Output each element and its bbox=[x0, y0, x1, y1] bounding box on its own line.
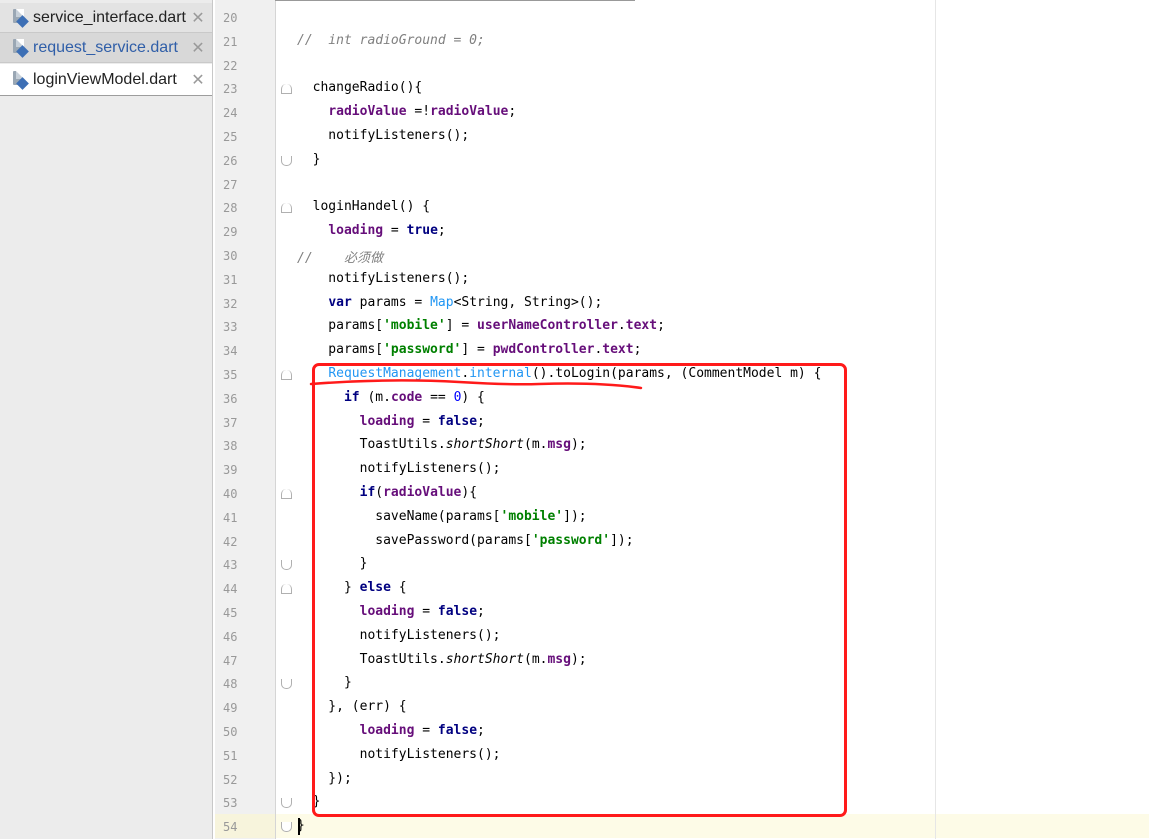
line-number: 25 bbox=[223, 130, 238, 144]
code-line[interactable]: 31 notifyListeners(); bbox=[215, 268, 1149, 292]
line-number: 28 bbox=[223, 201, 238, 216]
line-number: 29 bbox=[223, 225, 238, 240]
fold-end-icon[interactable] bbox=[281, 798, 292, 809]
line-number: 53 bbox=[223, 796, 238, 811]
line-number: 30 bbox=[223, 249, 238, 263]
tab-label: request_service.dart bbox=[33, 38, 178, 56]
text-caret bbox=[298, 818, 300, 835]
line-number: 37 bbox=[223, 415, 238, 430]
line-number: 52 bbox=[223, 772, 238, 787]
line-number: 42 bbox=[223, 534, 238, 549]
code-text: params['mobile'] = userNameController.te… bbox=[297, 318, 665, 334]
code-line[interactable]: 20 bbox=[215, 6, 1149, 30]
tab-label: loginViewModel.dart bbox=[33, 70, 177, 88]
line-number: 50 bbox=[223, 725, 238, 739]
line-number: 51 bbox=[223, 748, 238, 763]
code-line[interactable]: 22 bbox=[215, 54, 1149, 78]
fold-open-icon[interactable] bbox=[281, 84, 292, 95]
code-line[interactable]: 30 // 必须做 bbox=[215, 244, 1149, 268]
dart-file-icon bbox=[12, 8, 29, 28]
fold-end-icon[interactable] bbox=[281, 560, 292, 571]
fold-open-icon[interactable] bbox=[281, 584, 292, 595]
line-number: 26 bbox=[223, 153, 238, 168]
red-highlight-box-annotation bbox=[312, 363, 847, 817]
line-number: 46 bbox=[223, 629, 238, 644]
line-number: 21 bbox=[223, 34, 238, 49]
line-number: 20 bbox=[223, 11, 238, 25]
code-text: loginHandel() { bbox=[297, 199, 431, 215]
code-text: // int radioGround = 0; bbox=[297, 32, 485, 48]
line-number: 24 bbox=[223, 106, 238, 121]
code-line[interactable]: 28 loginHandel() { bbox=[215, 196, 1149, 220]
line-number: 40 bbox=[223, 487, 238, 501]
code-text: notifyListeners(); bbox=[297, 128, 470, 143]
code-line[interactable]: 34 params['password'] = pwdController.te… bbox=[215, 339, 1149, 363]
fold-end-icon[interactable] bbox=[281, 822, 292, 833]
code-text: } bbox=[297, 151, 321, 167]
code-text: radioValue =!radioValue; bbox=[328, 104, 517, 120]
line-number: 38 bbox=[223, 439, 238, 454]
code-line[interactable]: 54} bbox=[215, 815, 1149, 839]
code-text: changeRadio(){ bbox=[297, 80, 423, 96]
line-number: 23 bbox=[223, 82, 238, 97]
tab-login-view-model[interactable]: loginViewModel.dart ✕ bbox=[0, 64, 212, 96]
code-text: notifyListeners(); bbox=[297, 270, 470, 286]
dart-file-icon bbox=[12, 70, 29, 90]
tab-request-service[interactable]: request_service.dart ✕ bbox=[0, 33, 212, 63]
line-number: 34 bbox=[223, 344, 238, 359]
code-line[interactable]: 21 // int radioGround = 0; bbox=[215, 30, 1149, 54]
line-number: 39 bbox=[223, 463, 238, 478]
fold-open-icon[interactable] bbox=[281, 489, 292, 499]
line-number: 36 bbox=[223, 391, 238, 406]
close-icon[interactable]: ✕ bbox=[190, 8, 206, 28]
fold-open-icon[interactable] bbox=[281, 370, 292, 380]
dart-file-icon bbox=[12, 38, 29, 58]
line-number: 32 bbox=[223, 296, 238, 311]
fold-open-icon[interactable] bbox=[281, 203, 292, 214]
line-number: 44 bbox=[223, 582, 238, 597]
code-line[interactable]: 25 notifyListeners(); bbox=[215, 125, 1149, 149]
code-text: var params = Map<String, String>(); bbox=[328, 294, 603, 310]
code-text: // 必须做 bbox=[297, 251, 383, 266]
line-number: 31 bbox=[223, 272, 238, 287]
line-number: 33 bbox=[223, 320, 238, 335]
code-line[interactable]: 27 bbox=[215, 173, 1149, 197]
line-number: 27 bbox=[223, 177, 238, 192]
fold-end-icon[interactable] bbox=[281, 155, 292, 166]
tab-service-interface[interactable]: service_interface.dart ✕ bbox=[0, 3, 212, 33]
code-text: params['password'] = pwdController.text; bbox=[297, 342, 642, 358]
code-line[interactable]: 29 loading = true; bbox=[215, 220, 1149, 244]
fold-end-icon[interactable] bbox=[281, 679, 292, 690]
line-number: 22 bbox=[223, 58, 238, 73]
line-number: 47 bbox=[223, 653, 238, 668]
code-line[interactable]: 26 } bbox=[215, 149, 1149, 173]
code-line[interactable]: 24 radioValue =!radioValue; bbox=[215, 101, 1149, 125]
code-text: loading = true; bbox=[328, 223, 446, 239]
line-number: 41 bbox=[223, 510, 238, 525]
file-tabs-panel: service_interface.dart ✕ request_service… bbox=[0, 0, 213, 839]
code-editor[interactable]: 20 21 // int radioGround = 0; 22 23 changeRa… bbox=[215, 0, 1149, 839]
code-line[interactable]: 33 params['mobile'] = userNameController… bbox=[215, 315, 1149, 339]
code-line[interactable]: 23 changeRadio(){ bbox=[215, 77, 1149, 101]
line-number: 35 bbox=[223, 368, 238, 382]
line-number: 43 bbox=[223, 558, 238, 573]
line-number: 45 bbox=[223, 606, 238, 620]
line-number: 49 bbox=[223, 701, 238, 716]
scroll-separator bbox=[275, 0, 635, 3]
close-icon[interactable]: ✕ bbox=[190, 38, 206, 58]
tab-label: service_interface.dart bbox=[33, 8, 186, 26]
line-number: 48 bbox=[223, 677, 238, 692]
code-line[interactable]: 32 var params = Map<String, String>(); bbox=[215, 292, 1149, 316]
line-number: 54 bbox=[223, 820, 238, 835]
close-icon[interactable]: ✕ bbox=[190, 70, 206, 90]
